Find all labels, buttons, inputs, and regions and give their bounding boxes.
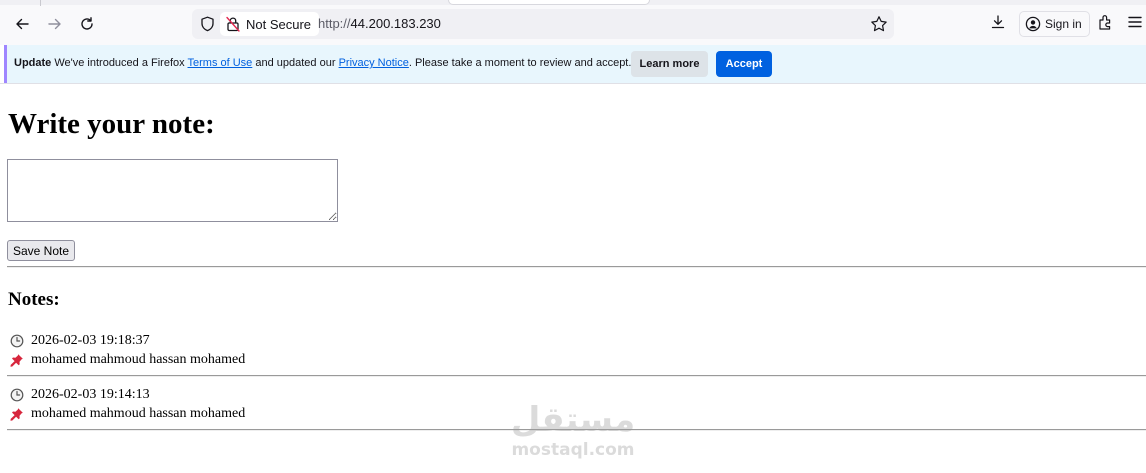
- security-label: Not Secure: [246, 16, 312, 32]
- shield-icon[interactable]: [200, 16, 215, 32]
- download-icon[interactable]: [990, 14, 1006, 30]
- watermark-logo: مستقل: [510, 400, 636, 440]
- notification-text-3: . Please take a moment to review and acc…: [408, 57, 632, 69]
- note-timestamp: 2026-02-03 19:18:37: [31, 333, 150, 348]
- url-scheme: http://: [318, 16, 351, 31]
- chrome-divider: [0, 83, 1146, 84]
- back-button[interactable]: [10, 12, 34, 36]
- note-timestamp-row: 2026-02-03 19:14:13: [10, 386, 150, 404]
- reload-button[interactable]: [75, 12, 99, 36]
- terms-of-use-link[interactable]: Terms of Use: [188, 57, 253, 69]
- forward-icon: [48, 18, 61, 30]
- notification-message: Update We've introduced a Firefox Terms …: [14, 57, 631, 69]
- pushpin-icon: [10, 407, 24, 421]
- sign-in-label: Sign in: [1045, 17, 1082, 31]
- note-text: mohamed mahmoud hassan mohamed: [31, 406, 246, 421]
- tab-separator: [40, 0, 41, 6]
- divider: [7, 266, 1146, 268]
- security-indicator[interactable]: Not Secure: [220, 12, 320, 36]
- save-note-button[interactable]: Save Note: [7, 240, 76, 261]
- lock-warning-icon: [226, 16, 240, 32]
- address-bar[interactable]: Not Secure http://44.200.183.230: [192, 9, 894, 39]
- privacy-notice-link[interactable]: Privacy Notice: [339, 57, 409, 69]
- note-text-row: mohamed mahmoud hassan mohamed: [10, 351, 245, 369]
- note-divider: [7, 375, 1146, 377]
- note-timestamp: 2026-02-03 19:14:13: [31, 387, 150, 402]
- extensions-icon[interactable]: [1097, 14, 1114, 31]
- browser-toolbar: Not Secure http://44.200.183.230 Sign in: [0, 0, 1146, 45]
- reload-icon: [81, 17, 93, 30]
- clock-icon: [10, 334, 24, 348]
- accept-button[interactable]: Accept: [716, 51, 772, 77]
- notes-heading: Notes:: [8, 289, 60, 310]
- notification-title: Update: [14, 57, 52, 69]
- forward-button[interactable]: [43, 12, 67, 36]
- star-icon[interactable]: [870, 15, 888, 33]
- notification-text-1: We've introduced a Firefox: [54, 57, 185, 69]
- watermark-site: mostaql.com: [511, 440, 635, 460]
- watermark: مستقل mostaql.com: [508, 400, 638, 466]
- back-icon: [16, 18, 29, 30]
- terms-notification-bar: Update We've introduced a Firefox Terms …: [4, 45, 1146, 83]
- clock-icon: [10, 388, 24, 402]
- active-tab[interactable]: [448, 0, 650, 5]
- note-text-row: mohamed mahmoud hassan mohamed: [10, 405, 245, 423]
- note-input[interactable]: [7, 159, 338, 222]
- pushpin-icon: [10, 353, 24, 367]
- notification-text-2: and updated our: [255, 57, 336, 69]
- sign-in-button[interactable]: Sign in: [1019, 11, 1090, 37]
- note-timestamp-row: 2026-02-03 19:18:37: [10, 332, 150, 350]
- url-host: 44.200.183.230: [350, 16, 441, 31]
- url-text[interactable]: http://44.200.183.230: [318, 16, 441, 31]
- account-icon: [1025, 16, 1041, 32]
- page-title: Write your note:: [8, 108, 215, 140]
- menu-icon[interactable]: [1128, 15, 1142, 29]
- note-text: mohamed mahmoud hassan mohamed: [31, 352, 246, 367]
- learn-more-button[interactable]: Learn more: [631, 51, 708, 77]
